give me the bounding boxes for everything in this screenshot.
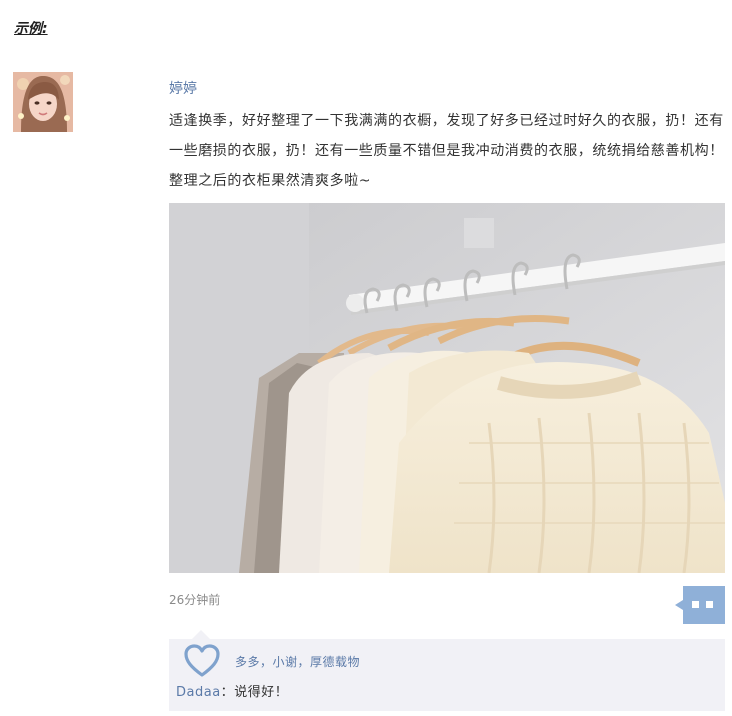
post-text: 适逢换季，好好整理了一下我满满的衣橱，发现了好多已经过时好久的衣服，扔！还有一些…	[169, 113, 724, 189]
post-username[interactable]: 婷婷	[169, 78, 197, 98]
comment-separator: ：	[220, 685, 235, 700]
example-label: 示例:	[14, 21, 48, 37]
comment-box-caret	[192, 630, 210, 639]
post-image[interactable]	[169, 203, 725, 573]
comment-line: Dadaa：说得好！	[176, 681, 288, 700]
heart-icon[interactable]	[183, 643, 221, 679]
avatar[interactable]	[13, 72, 73, 132]
likes-names[interactable]: 多多，小谢，厚德载物	[235, 653, 360, 670]
post-timestamp: 26分钟前	[169, 593, 221, 607]
comment-user[interactable]: Dadaa	[176, 685, 221, 700]
comment-box: 多多，小谢，厚德载物 Dadaa：说得好！	[169, 639, 725, 711]
comment-icon[interactable]	[675, 586, 725, 624]
comment-text: 说得好！	[234, 685, 289, 700]
